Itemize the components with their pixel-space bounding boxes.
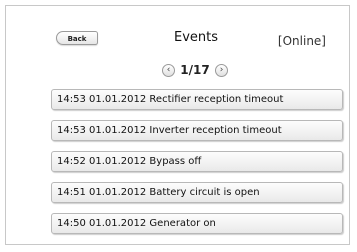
event-item[interactable]: 14:50 01.01.2012 Generator on <box>51 213 343 234</box>
event-item[interactable]: 14:53 01.01.2012 Inverter reception time… <box>51 120 343 141</box>
next-page-button[interactable]: › <box>215 63 228 77</box>
chevron-left-icon: ‹ <box>166 64 171 75</box>
back-button[interactable]: Back <box>56 31 98 45</box>
screen-frame: Back Events [Online] ‹ 1/17 › 14:53 01.0… <box>5 5 350 245</box>
event-item[interactable]: 14:51 01.01.2012 Battery circuit is open <box>51 182 343 203</box>
page-indicator: 1/17 <box>180 63 210 77</box>
event-item[interactable]: 14:53 01.01.2012 Rectifier reception tim… <box>51 89 343 110</box>
chevron-right-icon: › <box>219 64 224 75</box>
pager: ‹ 1/17 › <box>162 62 228 78</box>
event-item[interactable]: 14:52 01.01.2012 Bypass off <box>51 151 343 172</box>
prev-page-button[interactable]: ‹ <box>162 63 175 77</box>
connection-status: [Online] <box>277 34 326 48</box>
event-list: 14:53 01.01.2012 Rectifier reception tim… <box>51 89 343 244</box>
page-title: Events <box>173 30 218 45</box>
